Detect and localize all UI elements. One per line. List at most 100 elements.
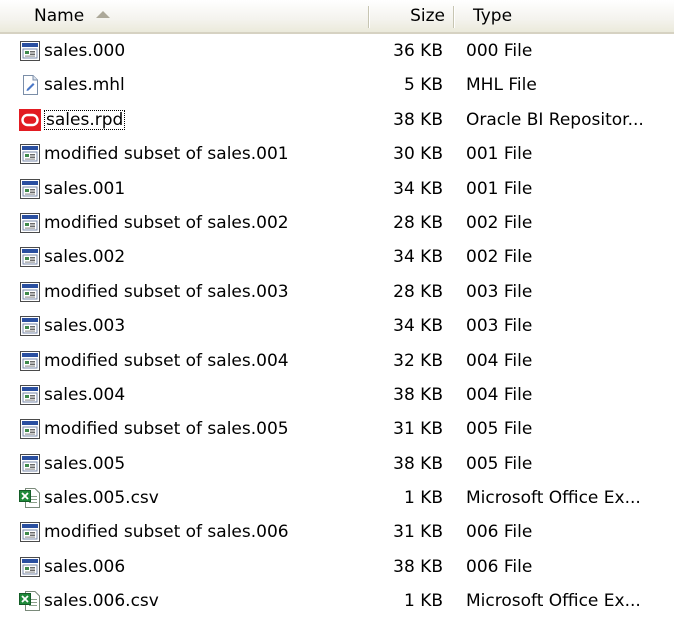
column-header-type[interactable]: Type	[453, 0, 674, 32]
file-size: 1 KB	[403, 488, 443, 509]
file-name-cell: sales.rpd	[44, 103, 366, 137]
file-type: 006 File	[466, 556, 533, 577]
file-name-cell: sales.003	[44, 309, 366, 343]
file-name[interactable]: sales.006	[44, 557, 125, 577]
column-header-name[interactable]: Name	[0, 0, 369, 32]
excel-csv-icon	[19, 590, 41, 612]
file-name[interactable]: modified subset of sales.004	[44, 351, 289, 371]
column-header-bar: Name Size Type	[0, 0, 674, 34]
column-header-size[interactable]: Size	[369, 0, 453, 32]
generic-file-icon	[19, 40, 41, 62]
file-row[interactable]: modified subset of sales.005 31 KB 005 Fil…	[0, 412, 674, 446]
file-name-cell: sales.mhl	[44, 68, 366, 102]
generic-file-icon	[19, 453, 41, 475]
file-name-cell: modified subset of sales.005	[44, 412, 366, 446]
generic-file-icon	[19, 246, 41, 268]
file-icon-cell	[19, 412, 43, 446]
generic-file-icon	[19, 178, 41, 200]
file-size: 32 KB	[393, 350, 443, 371]
file-name[interactable]: modified subset of sales.005	[44, 419, 289, 439]
file-size: 38 KB	[393, 453, 443, 474]
file-type: 006 File	[466, 522, 533, 543]
file-name[interactable]: sales.000	[44, 41, 125, 61]
file-row[interactable]: modified subset of sales.006 31 KB 006 Fil…	[0, 515, 674, 549]
sort-ascending-icon	[96, 10, 111, 18]
file-icon-cell	[19, 584, 43, 618]
file-row[interactable]: sales.006 38 KB 006 File	[0, 550, 674, 584]
file-type: 001 File	[466, 178, 533, 199]
generic-file-icon	[19, 418, 41, 440]
file-name-cell: sales.006	[44, 550, 366, 584]
file-icon-cell	[19, 34, 43, 68]
file-name[interactable]: sales.rpd	[44, 109, 126, 130]
file-row[interactable]: sales.003 34 KB 003 File	[0, 309, 674, 343]
file-name-cell: modified subset of sales.003	[44, 275, 366, 309]
file-row[interactable]: modified subset of sales.004 32 KB 004 Fil…	[0, 344, 674, 378]
file-row[interactable]: sales.000 36 KB 000 File	[0, 34, 674, 68]
text-file-icon	[19, 74, 41, 96]
file-type: MHL File	[466, 75, 537, 96]
generic-file-icon	[19, 315, 41, 337]
file-type: 001 File	[466, 144, 533, 165]
file-icon-cell	[19, 68, 43, 102]
file-icon-cell	[19, 137, 43, 171]
file-row[interactable]: sales.004 38 KB 004 File	[0, 378, 674, 412]
file-name-cell: sales.000	[44, 34, 366, 68]
file-name-cell: modified subset of sales.004	[44, 344, 366, 378]
file-name[interactable]: sales.004	[44, 385, 125, 405]
file-icon-cell	[19, 481, 43, 515]
file-name[interactable]: modified subset of sales.002	[44, 213, 289, 233]
file-size: 38 KB	[393, 556, 443, 577]
file-name[interactable]: sales.005.csv	[44, 488, 159, 508]
file-name[interactable]: modified subset of sales.003	[44, 282, 289, 302]
generic-file-icon	[19, 212, 41, 234]
file-name-cell: sales.002	[44, 240, 366, 274]
file-name[interactable]: sales.mhl	[44, 75, 125, 95]
file-name-cell: sales.005	[44, 447, 366, 481]
file-icon-cell	[19, 447, 43, 481]
file-row[interactable]: modified subset of sales.002 28 KB 002 Fil…	[0, 206, 674, 240]
file-name[interactable]: modified subset of sales.001	[44, 144, 289, 164]
file-row[interactable]: modified subset of sales.003 28 KB 003 Fil…	[0, 275, 674, 309]
file-name[interactable]: sales.005	[44, 454, 125, 474]
file-name-cell: sales.006.csv	[44, 584, 366, 618]
generic-file-icon	[19, 521, 41, 543]
file-row[interactable]: sales.005.csv 1 KB Microsoft Office Ex...	[0, 481, 674, 515]
file-size: 34 KB	[393, 247, 443, 268]
file-row[interactable]: sales.006.csv 1 KB Microsoft Office Ex...	[0, 584, 674, 618]
file-name[interactable]: modified subset of sales.006	[44, 522, 289, 542]
file-name-cell: modified subset of sales.002	[44, 206, 366, 240]
file-size: 36 KB	[393, 41, 443, 61]
file-size: 31 KB	[393, 419, 443, 440]
file-row[interactable]: sales.mhl 5 KB MHL File	[0, 68, 674, 102]
file-icon-cell	[19, 550, 43, 584]
file-row[interactable]: modified subset of sales.001 30 KB 001 Fil…	[0, 137, 674, 171]
file-type: Oracle BI Repositor...	[466, 109, 644, 130]
file-rows: sales.000 36 KB 000 File sales.mhl 5 KB MHL F…	[0, 34, 674, 619]
file-type: 005 File	[466, 453, 533, 474]
file-name[interactable]: sales.001	[44, 179, 125, 199]
column-header-size-label: Size	[410, 6, 445, 26]
file-size: 38 KB	[393, 384, 443, 405]
file-type: 004 File	[466, 350, 533, 371]
file-size: 31 KB	[393, 522, 443, 543]
file-size: 38 KB	[393, 109, 443, 130]
file-row[interactable]: sales.005 38 KB 005 File	[0, 447, 674, 481]
file-name[interactable]: sales.002	[44, 247, 125, 267]
file-type: 004 File	[466, 384, 533, 405]
file-size: 34 KB	[393, 316, 443, 337]
file-icon-cell	[19, 172, 43, 206]
file-row[interactable]: sales.001 34 KB 001 File	[0, 172, 674, 206]
file-type: 005 File	[466, 419, 533, 440]
oracle-repository-icon	[19, 108, 41, 131]
file-size: 28 KB	[393, 281, 443, 302]
file-icon-cell	[19, 240, 43, 274]
file-size: 34 KB	[393, 178, 443, 199]
file-name[interactable]: sales.003	[44, 316, 125, 336]
file-type: 003 File	[466, 316, 533, 337]
file-row[interactable]: sales.002 34 KB 002 File	[0, 240, 674, 274]
file-name-cell: sales.004	[44, 378, 366, 412]
file-size: 1 KB	[403, 591, 443, 612]
file-row[interactable]: sales.rpd 38 KB Oracle BI Repositor...	[0, 103, 674, 137]
file-name[interactable]: sales.006.csv	[44, 591, 159, 611]
